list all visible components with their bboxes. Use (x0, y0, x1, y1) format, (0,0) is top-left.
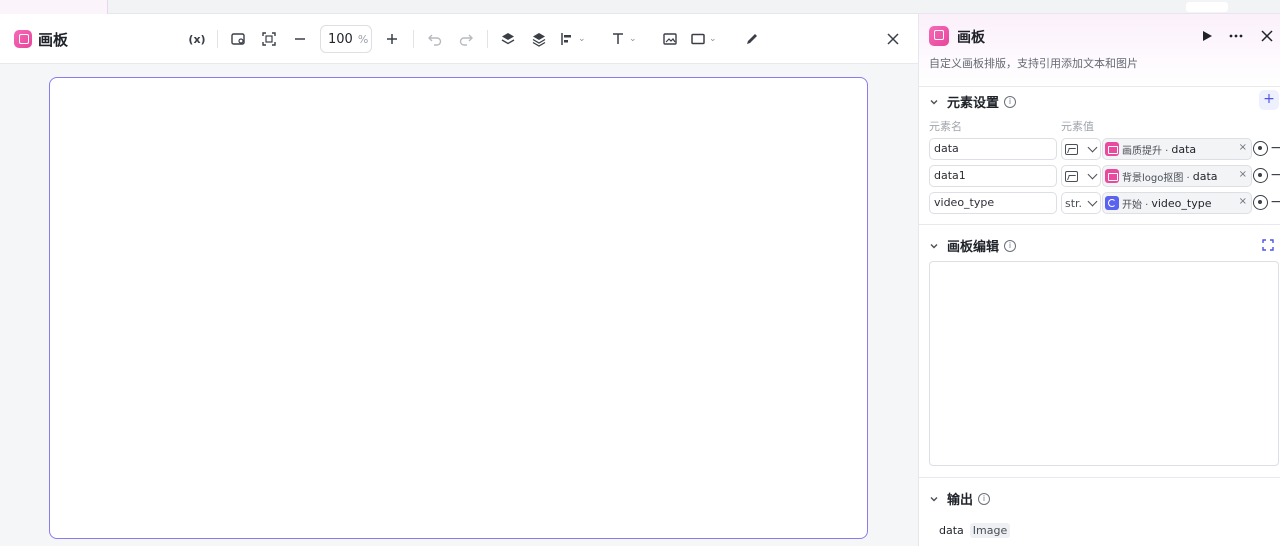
clear-reference-icon[interactable]: × (1239, 169, 1247, 180)
image-type-icon (1065, 143, 1078, 155)
panel-description: 自定义画板排版，支持引用添加文本和图片 (929, 57, 1138, 70)
zoom-in-icon[interactable] (381, 27, 403, 51)
chevron-down-icon (930, 243, 938, 248)
section-divider (919, 477, 1280, 478)
reference-node-name: 背景logo抠图 · (1122, 172, 1190, 184)
element-row: data 画质提升 · data × − (929, 138, 1280, 160)
element-value-reference[interactable]: 画质提升 · data × (1102, 138, 1252, 160)
zoom-unit: % (357, 32, 369, 46)
node-config-panel: 画板 自定义画板排版，支持引用添加文本和图片 元素设置 i + 元素名 元素值 … (918, 14, 1280, 546)
expand-icon[interactable] (1261, 238, 1275, 252)
section-divider (919, 86, 1280, 87)
chevron-down-icon (1087, 196, 1098, 207)
chevron-down-icon: ⌄ (709, 34, 717, 44)
canvas-app-icon (14, 30, 32, 48)
section-divider (919, 224, 1280, 225)
run-icon[interactable] (1197, 26, 1217, 46)
canvas-area[interactable] (49, 77, 868, 539)
column-label-name: 元素名 (929, 120, 962, 133)
close-icon[interactable] (882, 27, 904, 51)
chevron-down-icon (1087, 169, 1098, 180)
info-icon[interactable]: i (978, 492, 991, 505)
chevron-down-icon (930, 99, 938, 104)
variable-icon[interactable]: (x) (186, 27, 208, 51)
reference-variable: video_type (1151, 196, 1212, 210)
align-icon[interactable]: ⌄ (559, 27, 586, 51)
chevron-down-icon (1087, 142, 1098, 153)
info-icon[interactable]: i (1004, 239, 1017, 252)
reference-node-name: 开始 · (1122, 199, 1149, 211)
pen-icon[interactable] (741, 27, 763, 51)
browser-tab-strip (0, 0, 1280, 14)
panel-header: 画板 自定义画板排版，支持引用添加文本和图片 (919, 14, 1280, 86)
top-chip (1186, 2, 1228, 12)
close-panel-icon[interactable] (1257, 26, 1277, 46)
clear-reference-icon[interactable]: × (1239, 142, 1247, 153)
shape-icon[interactable]: ⌄ (690, 27, 717, 51)
canvas-editor: 画板 (x) 100 % ⌄ ⌄ ⌄ (0, 14, 918, 546)
canvas-node-icon (929, 26, 949, 46)
toolbar-divider (217, 30, 218, 48)
text-icon[interactable]: ⌄ (610, 27, 637, 51)
editor-toolbar: 画板 (x) 100 % ⌄ ⌄ ⌄ (0, 14, 918, 64)
reference-variable: data (1171, 142, 1197, 156)
canvas-edit-title: 画板编辑 (947, 240, 1000, 255)
editor-title: 画板 (38, 31, 69, 49)
output-name: data (939, 524, 964, 537)
element-row: video_type str. 开始 · video_type × − (929, 192, 1280, 214)
active-tab[interactable] (0, 0, 108, 14)
element-settings-header[interactable]: 元素设置 i (929, 92, 1017, 111)
fit-screen-icon[interactable] (258, 27, 280, 51)
remove-element-button[interactable]: − (1269, 192, 1280, 214)
string-type-label: str. (1065, 196, 1083, 210)
canvas-settings-icon[interactable] (227, 27, 249, 51)
element-name-input[interactable]: data (929, 138, 1057, 160)
element-value-reference[interactable]: 背景logo抠图 · data × (1102, 165, 1252, 187)
panel-title: 画板 (957, 30, 985, 46)
chevron-down-icon (930, 496, 938, 501)
element-row: data1 背景logo抠图 · data × − (929, 165, 1280, 187)
more-icon[interactable] (1226, 26, 1246, 46)
variable-picker-icon[interactable] (1253, 141, 1268, 156)
variable-picker-icon[interactable] (1253, 195, 1268, 210)
chevron-down-icon: ⌄ (578, 34, 586, 44)
zoom-out-icon[interactable] (289, 27, 311, 51)
output-type-badge: Image (969, 523, 1011, 538)
undo-icon[interactable] (424, 27, 446, 51)
output-header[interactable]: 输出 i (929, 489, 991, 508)
element-name-input[interactable]: data1 (929, 165, 1057, 187)
toolbar-divider (413, 30, 414, 48)
element-type-select[interactable] (1061, 165, 1101, 187)
element-type-select[interactable]: str. (1061, 192, 1101, 214)
zoom-input[interactable]: 100 % (320, 25, 372, 53)
info-icon[interactable]: i (1004, 95, 1017, 108)
reference-variable: data (1192, 169, 1218, 183)
toolbar-divider (487, 30, 488, 48)
add-element-button[interactable]: + (1259, 90, 1279, 110)
element-name-input[interactable]: video_type (929, 192, 1057, 214)
element-value-reference[interactable]: 开始 · video_type × (1102, 192, 1252, 214)
redo-icon[interactable] (455, 27, 477, 51)
element-settings-title: 元素设置 (947, 96, 1000, 111)
canvas-edit-header[interactable]: 画板编辑 i (929, 236, 1017, 255)
output-item: data Image (939, 523, 1011, 538)
clear-reference-icon[interactable]: × (1239, 196, 1247, 207)
image-type-icon (1065, 170, 1078, 182)
reference-node-name: 画质提升 · (1122, 145, 1169, 157)
remove-element-button[interactable]: − (1269, 138, 1280, 160)
element-type-select[interactable] (1061, 138, 1101, 160)
remove-element-button[interactable]: − (1269, 165, 1280, 187)
variable-picker-icon[interactable] (1253, 168, 1268, 183)
image-icon[interactable] (659, 27, 681, 51)
chevron-down-icon: ⌄ (629, 34, 637, 44)
layers-icon[interactable] (528, 27, 550, 51)
zoom-value: 100 (328, 31, 353, 47)
bring-forward-icon[interactable] (497, 27, 519, 51)
output-title: 输出 (947, 493, 974, 508)
column-label-value: 元素值 (1061, 120, 1094, 133)
background-cutout-node-icon (1105, 169, 1119, 183)
canvas-edit-area[interactable] (929, 261, 1279, 466)
start-node-icon (1105, 196, 1119, 210)
image-enhance-node-icon (1105, 142, 1119, 156)
